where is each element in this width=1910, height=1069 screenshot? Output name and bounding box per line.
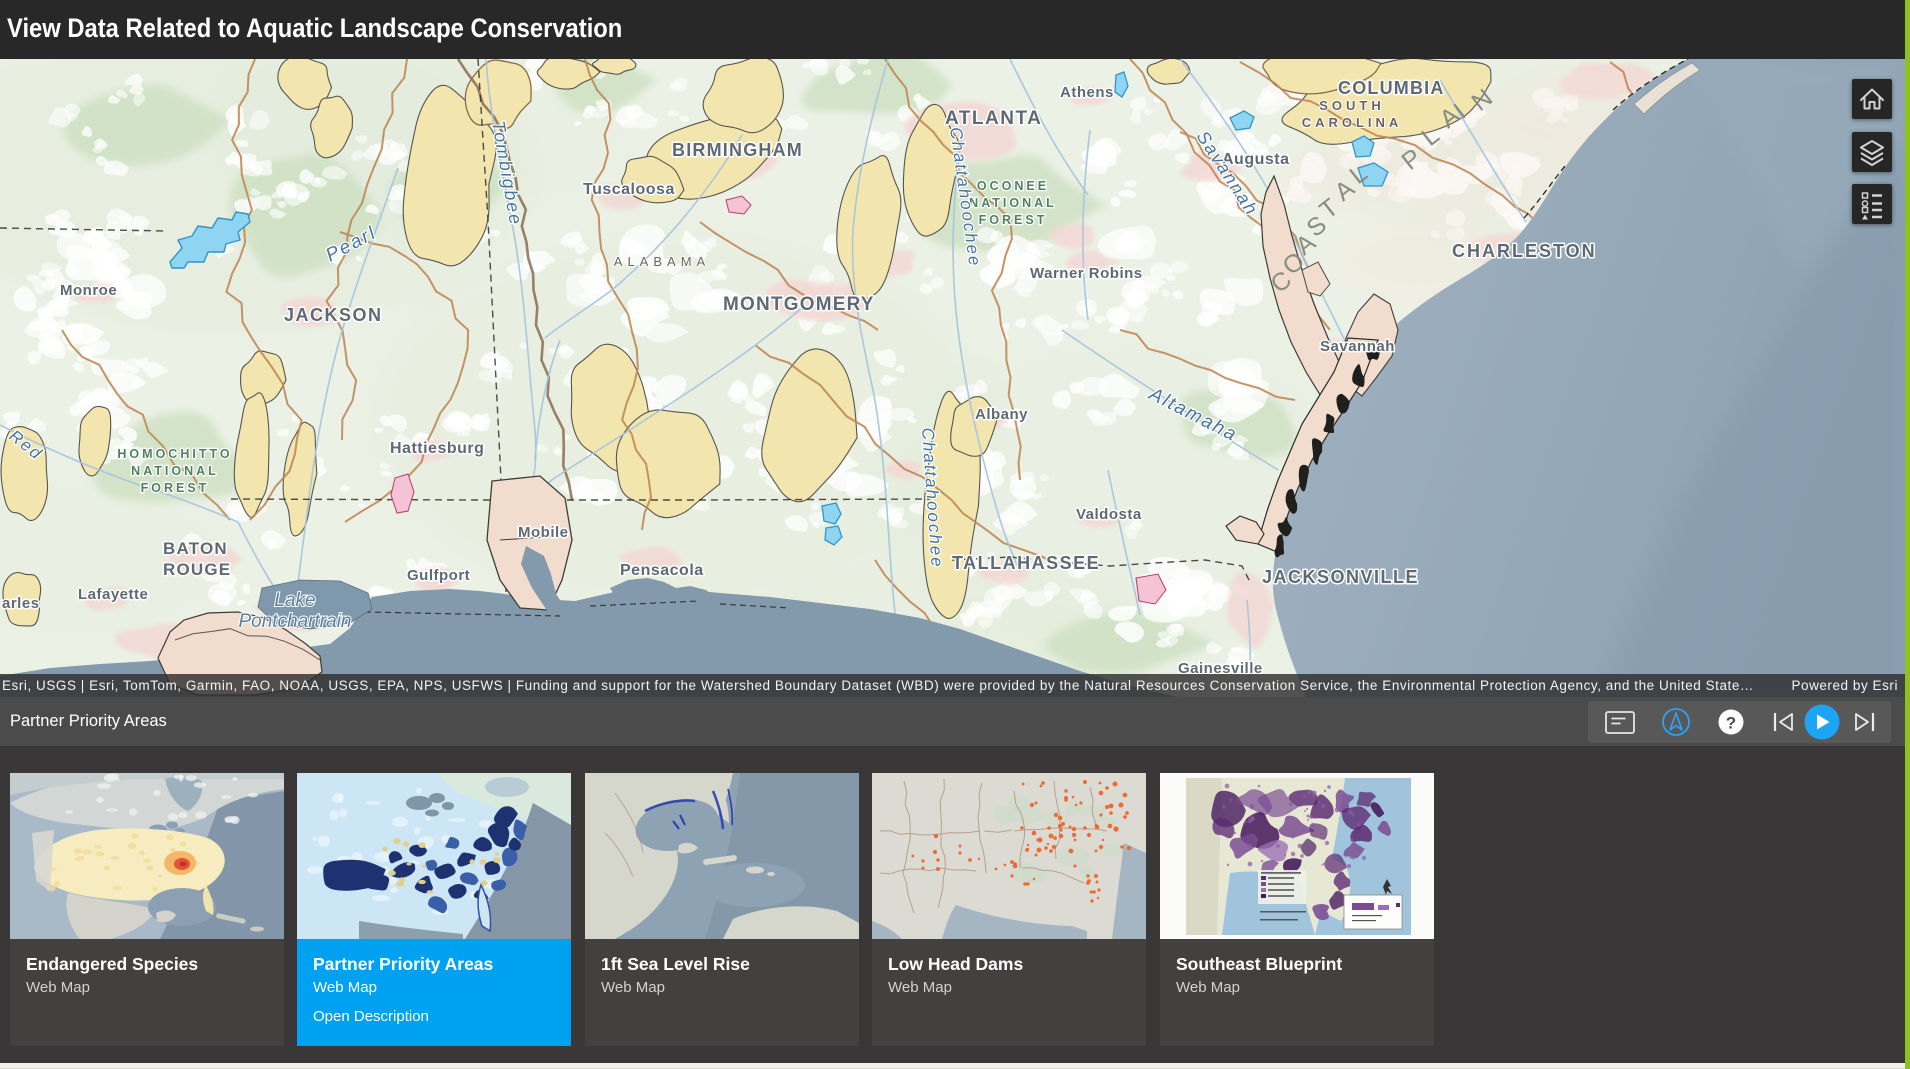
svg-text:CHARLESTON: CHARLESTON: [1452, 241, 1597, 261]
svg-text:ALABAMA: ALABAMA: [614, 254, 710, 269]
svg-text:Lake: Lake: [274, 590, 315, 611]
svg-text:?: ?: [1726, 714, 1736, 733]
svg-text:arles: arles: [2, 595, 40, 612]
svg-text:BIRMINGHAM: BIRMINGHAM: [672, 140, 803, 160]
svg-text:TALLAHASSEE: TALLAHASSEE: [952, 553, 1100, 573]
svg-text:Monroe: Monroe: [60, 282, 117, 299]
svg-text:Gulfport: Gulfport: [407, 567, 470, 584]
svg-text:NATIONAL: NATIONAL: [969, 196, 1057, 210]
svg-text:NATIONAL: NATIONAL: [131, 464, 219, 478]
svg-text:Mobile: Mobile: [518, 524, 569, 541]
svg-text:Albany: Albany: [975, 406, 1028, 423]
svg-text:JACKSONVILLE: JACKSONVILLE: [1262, 567, 1419, 587]
svg-text:SOUTH: SOUTH: [1319, 98, 1385, 113]
svg-text:Tuscaloosa: Tuscaloosa: [583, 181, 675, 198]
svg-text:OCONEE: OCONEE: [977, 179, 1049, 193]
svg-text:Warner Robins: Warner Robins: [1030, 265, 1143, 282]
svg-text:Valdosta: Valdosta: [1076, 506, 1142, 523]
svg-text:COLUMBIA: COLUMBIA: [1338, 78, 1445, 98]
svg-text:FOREST: FOREST: [979, 213, 1048, 227]
svg-text:HOMOCHITTO: HOMOCHITTO: [117, 447, 232, 461]
svg-text:CAROLINA: CAROLINA: [1302, 115, 1403, 130]
svg-text:Athens: Athens: [1060, 84, 1114, 101]
svg-text:Hattiesburg: Hattiesburg: [390, 440, 484, 457]
svg-text:BATON: BATON: [163, 539, 228, 558]
svg-text:Savannah: Savannah: [1320, 338, 1395, 355]
svg-text:ROUGE: ROUGE: [163, 560, 231, 579]
svg-text:Pensacola: Pensacola: [620, 562, 704, 579]
svg-text:MONTGOMERY: MONTGOMERY: [723, 294, 875, 315]
svg-text:Lafayette: Lafayette: [78, 586, 148, 603]
svg-text:JACKSON: JACKSON: [284, 305, 383, 325]
svg-text:FOREST: FOREST: [141, 481, 210, 495]
svg-text:Pontchartrain: Pontchartrain: [238, 611, 351, 632]
